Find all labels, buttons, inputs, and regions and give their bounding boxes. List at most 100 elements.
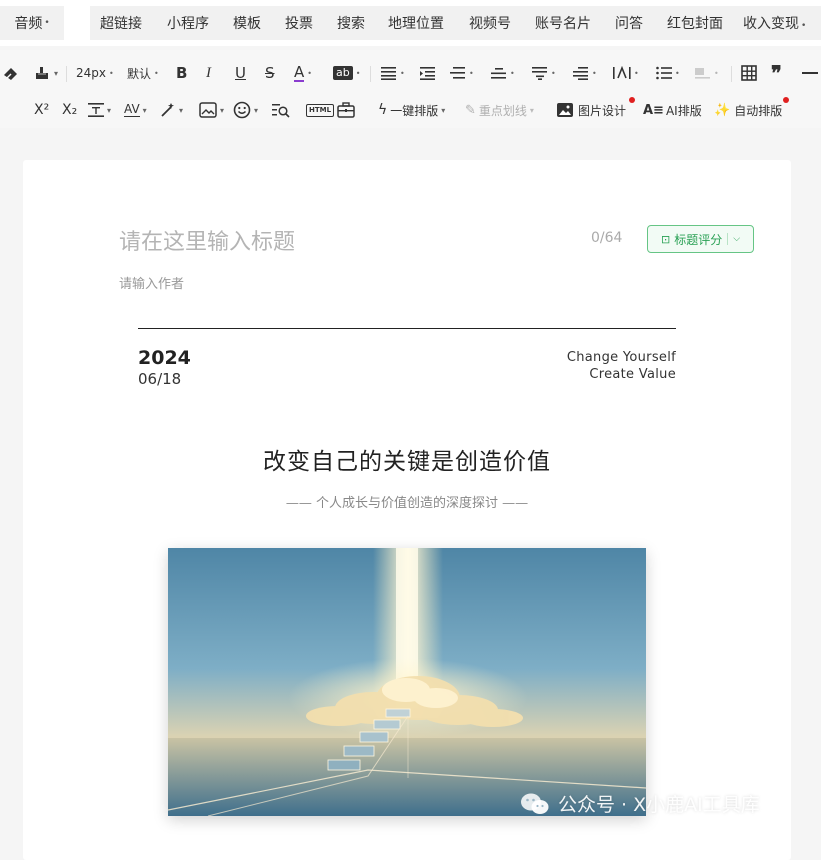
html-icon: HTML [306,103,335,117]
strikethrough-button[interactable]: S [265,61,275,85]
insert-image-button[interactable]: ▾ [199,98,224,122]
format-painter-button[interactable]: ▾ [33,61,58,85]
title-input[interactable]: 请在这里输入标题 [119,224,295,256]
title-counter: 0/64 [591,230,623,246]
chevron-down-icon: • [592,68,597,78]
article-hero-image[interactable] [168,548,646,816]
character-spacing-button[interactable]: AV ▾ [124,98,147,122]
menu-item-hyperlink[interactable]: 超链接 [100,13,142,33]
menu-item-search[interactable]: 搜索 [337,13,365,33]
line-height-icon [450,67,465,79]
line-height-button[interactable]: • [450,61,474,85]
letter-spacing-icon [613,66,631,79]
align-justify-icon [381,67,396,80]
sparkle-wand-icon: ✨ [714,102,731,118]
paint-brush-icon [36,67,48,79]
bold-button[interactable]: B [176,61,187,85]
font-color-button[interactable]: A • [294,61,312,85]
image-align-icon [695,68,710,79]
author-input[interactable]: 请输入作者 [119,273,184,292]
chevron-down-icon: ▾ [179,105,184,115]
bullet-list-button[interactable]: • [656,61,680,85]
hero-illustration [168,548,646,816]
menu-item-miniprogram[interactable]: 小程序 [167,13,209,33]
spacing-after-icon [532,67,547,80]
font-size-select[interactable]: 24px • [76,61,114,85]
menu-item-audio[interactable]: 音频 • [0,6,64,40]
chevron-down-icon: • [634,68,639,78]
paragraph-format-button[interactable]: ▾ [88,98,111,122]
chevron-down-icon: ▾ [254,105,259,115]
html-button[interactable]: HTML [306,98,335,122]
menu-item-monetize[interactable]: 收入变现 • [743,13,806,33]
chevron-down-icon: ▾ [107,105,112,115]
letter-spacing-button[interactable]: • [613,61,639,85]
article-date: 06/18 [138,370,182,388]
blockquote-button[interactable]: ❞ [771,61,782,85]
magic-wand-icon [161,103,174,117]
italic-button[interactable]: I [206,61,211,85]
insert-table-button[interactable] [741,61,757,85]
menu-item-red-packet-cover[interactable]: 红包封面 [667,13,723,33]
horizontal-rule-button[interactable] [802,61,818,85]
chevron-down-icon: • [44,18,50,28]
toolbox-button[interactable] [337,98,355,122]
menu-item-template[interactable]: 模板 [233,13,261,33]
score-icon: ⊡ [660,232,671,246]
align-justify-button[interactable]: • [381,61,405,85]
font-family-select[interactable]: 默认 • [127,61,159,85]
chevron-down-icon: • [400,68,405,78]
article-headline: 改变自己的关键是创造价值 [263,449,551,475]
menu-item-channels[interactable]: 视频号 [469,13,511,33]
toolbar-divider [66,66,67,82]
title-score-button[interactable]: ⊡ 标题评分 ⌵ [647,225,754,253]
lightning-icon: ϟ [378,102,388,118]
magic-wand-button[interactable]: ▾ [160,98,183,122]
marker-icon: ✎ [465,102,476,118]
article-year: 2024 [138,347,191,369]
editor-paper: 请在这里输入标题 0/64 ⊡ 标题评分 ⌵ 请输入作者 2024 06/18 … [23,160,791,860]
emoji-button[interactable]: ▾ [233,98,258,122]
font-size-value: 24px [76,66,106,80]
find-replace-button[interactable] [272,98,290,122]
key-underline-button[interactable]: ✎ 重点划线 ▾ [465,98,534,122]
ai-layout-label: AI排版 [665,103,702,118]
emoji-icon [233,101,251,119]
article-slogan: Change Yourself Create Value [567,349,676,383]
highlight-label: ab [333,66,353,80]
bullet-list-icon [656,66,672,80]
text-indent-button[interactable]: • [573,61,597,85]
chevron-down-icon: ▾ [441,105,446,115]
font-family-value: 默认 [127,66,152,81]
text-indent-icon [573,67,588,80]
subscript-button[interactable]: X₂ [62,98,77,122]
paragraph-spacing-button[interactable]: • [491,61,515,85]
menu-item-account-card[interactable]: 账号名片 [535,13,591,33]
spacing-after-button[interactable]: • [532,61,556,85]
article-subheadline: —— 个人成长与价值创造的深度探讨 —— [285,496,529,511]
chevron-down-icon: ▾ [142,105,147,115]
highlight-button[interactable]: ab • [333,61,360,85]
image-design-button[interactable]: 图片设计 [557,98,626,122]
insert-menubar: 音频 • 超链接 小程序 模板 投票 搜索 地理位置 视频号 账号名片 问答 红包… [0,0,821,46]
underline-button[interactable]: U [235,61,246,85]
menu-item-vote[interactable]: 投票 [285,13,313,33]
chevron-down-icon: ⌵ [733,234,741,244]
menu-item-location[interactable]: 地理位置 [388,13,444,33]
indent-button[interactable] [420,61,436,85]
indent-icon [420,67,435,80]
clear-format-button[interactable] [2,61,20,85]
ai-layout-button[interactable]: A≡ AI排版 [643,98,702,122]
auto-layout-button[interactable]: ✨ 自动排版 [714,98,782,122]
table-icon [741,65,757,81]
chevron-down-icon: • [109,68,114,78]
image-align-button[interactable]: • [695,61,719,85]
button-divider [727,233,729,245]
chevron-down-icon: • [714,68,719,78]
title-score-label: 标题评分 [674,232,723,247]
chevron-down-icon: • [307,68,312,78]
auto-layout-label: 自动排版 [734,103,783,118]
one-click-layout-button[interactable]: ϟ 一键排版 ▾ [378,98,445,122]
menu-item-qa[interactable]: 问答 [615,13,643,33]
superscript-button[interactable]: X² [34,98,49,122]
